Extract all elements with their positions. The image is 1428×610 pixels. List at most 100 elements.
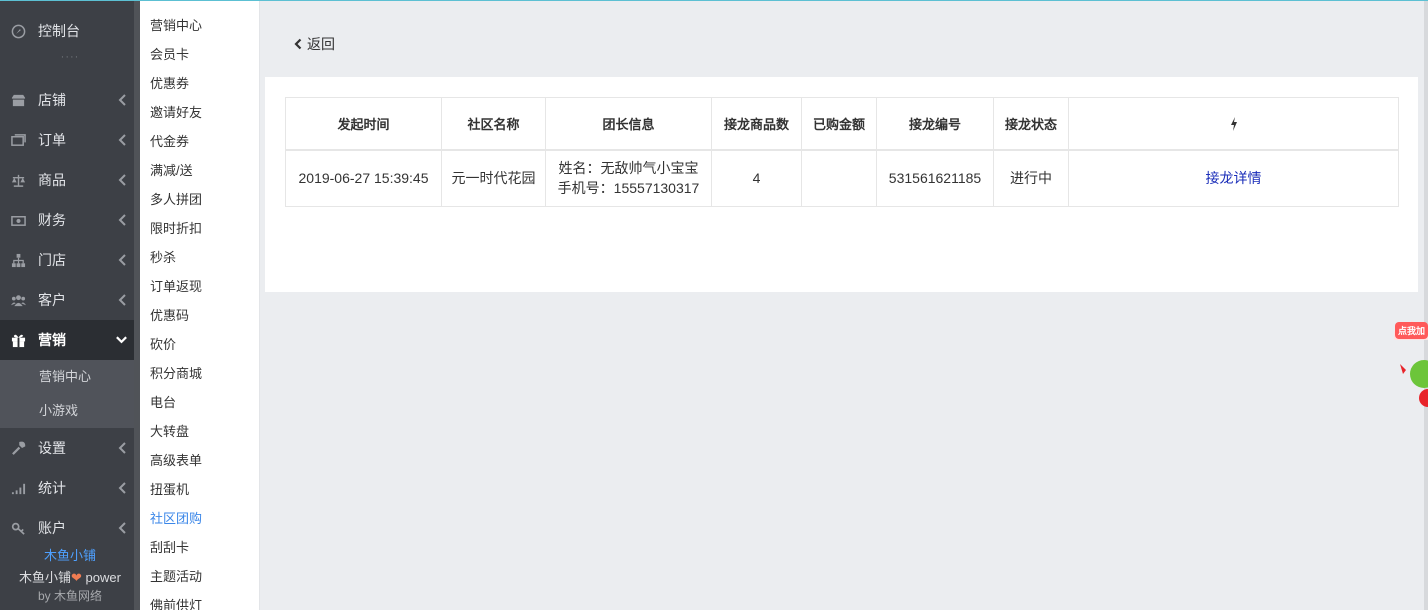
- scale-icon: [11, 173, 26, 188]
- amount-cell: [801, 149, 877, 207]
- main-sidebar: 控制台 ···· 店铺 订单 商品 财务 门店 客户 营销 营销中心 小游戏 设…: [0, 0, 140, 610]
- column-header: 接龙状态: [993, 97, 1069, 150]
- solitaire-table: 发起时间 社区名称 团长信息 接龙商品数 已购金额 接龙编号 接龙状态 2019…: [285, 97, 1399, 207]
- marketing-menu-item[interactable]: 主题活动: [140, 562, 259, 591]
- sidebar-item-label: 客户: [38, 292, 66, 308]
- chevron-left-icon: [118, 294, 126, 306]
- power-suffix: power: [81, 570, 121, 585]
- chevron-left-icon: [294, 38, 302, 50]
- marketing-menu-item[interactable]: 限时折扣: [140, 214, 259, 243]
- marketing-menu-item[interactable]: 砍价: [140, 330, 259, 359]
- column-header: 接龙商品数: [711, 97, 802, 150]
- users-icon: [11, 293, 26, 308]
- brand-name[interactable]: 木鱼小铺: [0, 545, 140, 564]
- table-row: 2019-06-27 15:39:45 元一时代花园 姓名：无敌帅气小宝宝 手机…: [285, 149, 1399, 207]
- chevron-left-icon: [118, 522, 126, 534]
- marketing-menu-item[interactable]: 佛前供灯: [140, 591, 259, 610]
- floating-widget[interactable]: 点我加: [1394, 318, 1428, 418]
- heart-icon: ❤: [71, 570, 82, 585]
- marketing-menu-item[interactable]: 社区团购: [140, 504, 259, 533]
- chevron-left-icon: [118, 442, 126, 454]
- dashboard-icon: [11, 24, 26, 39]
- action-cell: 接龙详情: [1068, 149, 1399, 207]
- marketing-menu-item[interactable]: 代金券: [140, 127, 259, 156]
- leader-phone: 手机号：15557130317: [557, 180, 700, 197]
- marketing-menu-item[interactable]: 秒杀: [140, 243, 259, 272]
- chevron-left-icon: [118, 214, 126, 226]
- marketing-menu-item[interactable]: 满减/送: [140, 156, 259, 185]
- sidebar-item-account[interactable]: 账户: [0, 508, 140, 548]
- detail-link[interactable]: 接龙详情: [1206, 170, 1262, 186]
- back-button[interactable]: 返回: [293, 34, 335, 54]
- column-header-action: [1068, 97, 1399, 150]
- number-cell: 531561621185: [876, 149, 994, 207]
- table-header-row: 发起时间 社区名称 团长信息 接龙商品数 已购金额 接龙编号 接龙状态: [285, 97, 1399, 150]
- column-header: 接龙编号: [876, 97, 994, 150]
- sidebar-item-label: 财务: [38, 212, 66, 228]
- sidebar-item-label: 设置: [38, 440, 66, 456]
- leader-name: 姓名：无敌帅气小宝宝: [558, 160, 699, 177]
- money-icon: [11, 213, 26, 228]
- marketing-menu-item[interactable]: 积分商城: [140, 359, 259, 388]
- power-line: 木鱼小铺❤ power: [0, 567, 140, 586]
- sidebar-item-settings[interactable]: 设置: [0, 428, 140, 468]
- power-prefix: 木鱼小铺: [19, 570, 72, 585]
- order-icon: [11, 133, 26, 148]
- marketing-menu-item[interactable]: 电台: [140, 388, 259, 417]
- shop-icon: [11, 93, 26, 108]
- by-prefix: by: [37, 589, 54, 603]
- sidebar-item-statistics[interactable]: 统计: [0, 468, 140, 508]
- goods-count-cell: 4: [711, 149, 802, 207]
- sidebar-item-label: 控制台: [38, 23, 80, 39]
- chevron-down-icon: [116, 336, 127, 344]
- column-header: 已购金额: [801, 97, 877, 150]
- sidebar-item-label: 统计: [38, 480, 66, 496]
- key-icon: [11, 521, 26, 536]
- sidebar-subitem-marketing-center[interactable]: 营销中心: [0, 360, 140, 394]
- wrench-icon: [11, 441, 26, 456]
- marketing-submenu: 营销中心 小游戏: [0, 360, 140, 428]
- marketing-menu-item[interactable]: 会员卡: [140, 40, 259, 69]
- sidebar-item-label: 营销: [38, 332, 66, 348]
- marketing-menu-item[interactable]: 刮刮卡: [140, 533, 259, 562]
- back-label: 返回: [307, 36, 335, 52]
- top-accent-line: [0, 0, 1428, 1]
- column-header: 社区名称: [441, 97, 546, 150]
- sidebar-item-label: 店铺: [38, 92, 66, 108]
- page-scrollbar[interactable]: [1424, 0, 1428, 610]
- marketing-menu-item[interactable]: 优惠券: [140, 69, 259, 98]
- sidebar-item-customers[interactable]: 客户: [0, 280, 140, 320]
- sidebar-item-stores[interactable]: 门店: [0, 240, 140, 280]
- marketing-menu-item[interactable]: 多人拼团: [140, 185, 259, 214]
- sidebar-item-marketing[interactable]: 营销: [0, 320, 140, 360]
- sidebar-item-shop[interactable]: 店铺: [0, 80, 140, 120]
- marketing-menu-item[interactable]: 订单返现: [140, 272, 259, 301]
- column-header: 发起时间: [285, 97, 442, 150]
- marketing-menu-item[interactable]: 扭蛋机: [140, 475, 259, 504]
- sidebar-item-products[interactable]: 商品: [0, 160, 140, 200]
- chevron-left-icon: [118, 134, 126, 146]
- chevron-left-icon: [118, 482, 126, 494]
- sidebar-item-finance[interactable]: 财务: [0, 200, 140, 240]
- chevron-left-icon: [118, 174, 126, 186]
- marketing-menu-item[interactable]: 高级表单: [140, 446, 259, 475]
- bolt-icon: [1230, 117, 1237, 132]
- marketing-menu: 营销中心 会员卡 优惠券 邀请好友 代金券 满减/送 多人拼团 限时折扣 秒杀 订单返现 优惠码 砍价…: [140, 0, 260, 610]
- marketing-menu-item[interactable]: 优惠码: [140, 301, 259, 330]
- marketing-menu-item[interactable]: 营销中心: [140, 11, 259, 40]
- marketing-menu-item[interactable]: 大转盘: [140, 417, 259, 446]
- community-cell: 元一时代花园: [441, 149, 546, 207]
- floating-widget-label: 点我加: [1395, 322, 1428, 339]
- sidebar-item-orders[interactable]: 订单: [0, 120, 140, 160]
- marketing-menu-item[interactable]: 邀请好友: [140, 98, 259, 127]
- chevron-left-icon: [118, 94, 126, 106]
- sidebar-item-label: 商品: [38, 172, 66, 188]
- sitemap-icon: [11, 253, 26, 268]
- sidebar-item-dashboard[interactable]: 控制台: [0, 11, 140, 51]
- sidebar-subitem-mini-games[interactable]: 小游戏: [0, 394, 140, 428]
- by-line: by 木鱼网络: [0, 587, 140, 604]
- content-panel: 发起时间 社区名称 团长信息 接龙商品数 已购金额 接龙编号 接龙状态 2019…: [265, 77, 1418, 292]
- company-name[interactable]: 木鱼网络: [54, 589, 102, 603]
- start-time-cell: 2019-06-27 15:39:45: [285, 149, 442, 207]
- sidebar-item-label: 订单: [38, 132, 66, 148]
